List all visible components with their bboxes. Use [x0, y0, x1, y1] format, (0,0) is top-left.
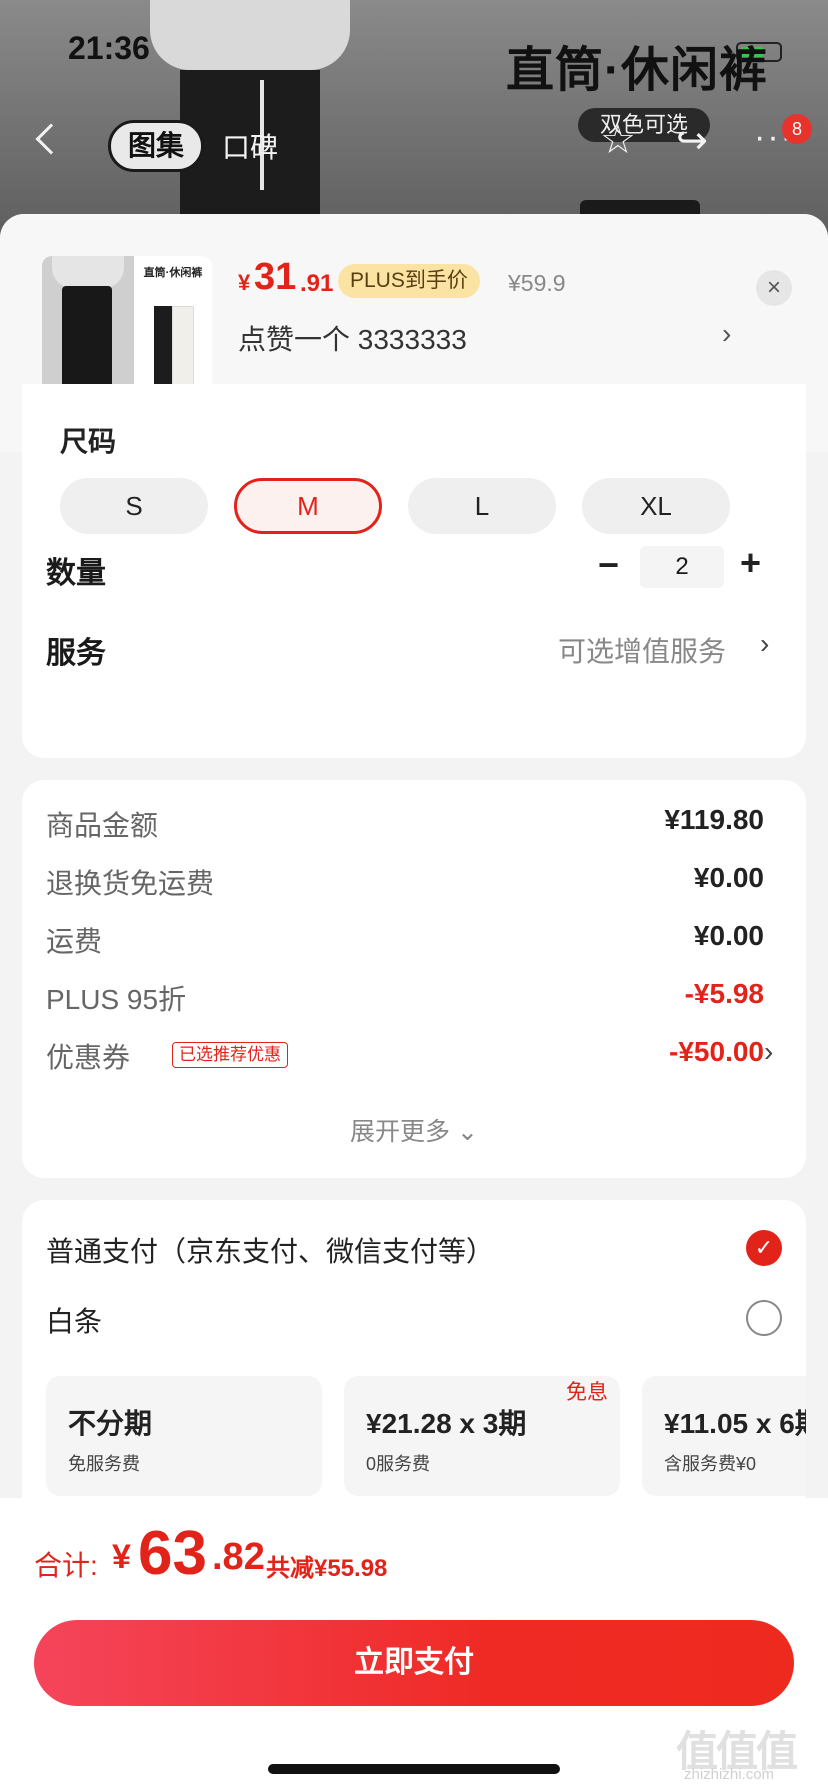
coupon-tag: 已选推荐优惠 — [172, 1042, 288, 1068]
installment-title: ¥21.28 x 3期 — [366, 1408, 527, 1439]
radio-icon[interactable] — [746, 1300, 782, 1336]
price-currency: ¥ — [238, 270, 251, 295]
total-currency: ¥ — [112, 1538, 131, 1576]
tab-reviews[interactable]: 口碑 — [222, 126, 278, 166]
watermark-url: zhizhizhi.com — [684, 1766, 775, 1783]
fee-card: 商品金额 ¥119.80 退换货免运费 ¥0.00 运费 ¥0.00 PLUS … — [22, 780, 806, 1178]
options-card: 尺码 S M L XL 数量 − 2 + 服务 可选增值服务 › — [22, 384, 806, 758]
fee-value: ¥0.00 — [693, 920, 764, 951]
total-decimal: .82 — [212, 1536, 265, 1578]
fee-name: 退换货免运费 — [46, 868, 215, 899]
installment-sub: 免服务费 — [68, 1454, 140, 1474]
total-integer: 63 — [138, 1519, 207, 1588]
size-option-l[interactable]: L — [408, 478, 556, 534]
fee-row-coupon[interactable]: 优惠券 已选推荐优惠 -¥50.00 — [46, 1036, 764, 1076]
checkout-bar: 合计: ¥ 63 .82 共减¥55.98 立即支付 值值值 zhizhizhi… — [0, 1498, 828, 1792]
price-decimal: .91 — [300, 270, 334, 297]
check-icon[interactable]: ✓ — [746, 1230, 782, 1266]
fee-name: 优惠券 — [46, 1042, 131, 1073]
installment-sub: 含服务费¥0 — [664, 1454, 757, 1474]
fee-name: 商品金额 — [46, 810, 159, 841]
banner-title: 直筒·休闲裤 — [506, 44, 768, 97]
thumbnail-title: 直筒·休闲裤 — [143, 267, 203, 279]
share-icon[interactable]: ↪ — [676, 122, 708, 160]
fee-value: ¥0.00 — [693, 862, 764, 893]
thumbnail-shirt — [52, 256, 124, 288]
fee-row-shipping: 运费 ¥0.00 — [46, 920, 764, 960]
close-icon[interactable]: × — [756, 270, 792, 306]
quantity-minus-button[interactable]: − — [598, 544, 619, 586]
fee-row-return-shipping: 退换货免运费 ¥0.00 — [46, 862, 764, 902]
status-time: 21:36 — [68, 30, 150, 66]
quantity-input[interactable]: 2 — [640, 546, 724, 588]
size-option-m[interactable]: M — [234, 478, 382, 534]
model-shirt — [150, 0, 350, 70]
selected-spec[interactable]: 点赞一个 3333333 — [238, 318, 467, 358]
quantity-plus-button[interactable]: + — [740, 542, 761, 584]
quantity-label: 数量 — [46, 557, 106, 590]
total-label: 合计: — [34, 1550, 98, 1581]
fee-name: PLUS 95折 — [46, 984, 187, 1015]
service-label: 服务 — [46, 637, 106, 670]
payment-option-normal[interactable]: 普通支付（京东支付、微信支付等） — [46, 1230, 494, 1270]
installment-sub: 0服务费 — [366, 1454, 431, 1474]
fee-value: -¥50.00 — [669, 1036, 764, 1067]
installment-option-6[interactable]: ¥11.05 x 6期 含服务费¥0 — [642, 1376, 806, 1496]
installment-option-3[interactable]: 免息 ¥21.28 x 3期 0服务费 — [344, 1376, 620, 1496]
product-background: 21:36 直筒·休闲裤 双色可选 图集 口碑 ☆ ↪ ··· 8 — [0, 0, 828, 240]
fee-row-goods: 商品金额 ¥119.80 — [46, 804, 764, 844]
service-value[interactable]: 可选增值服务 — [558, 630, 726, 670]
fee-value: ¥119.80 — [664, 804, 764, 835]
installment-option-none[interactable]: 不分期 免服务费 — [46, 1376, 322, 1496]
chevron-right-icon[interactable]: › — [760, 628, 769, 660]
cart-badge: 8 — [782, 114, 812, 144]
tab-gallery[interactable]: 图集 — [108, 120, 204, 172]
installment-title: ¥11.05 x 6期 — [664, 1408, 806, 1439]
home-indicator[interactable] — [268, 1764, 560, 1774]
star-icon[interactable]: ☆ — [600, 120, 636, 160]
fee-value: -¥5.98 — [684, 978, 764, 1009]
back-icon[interactable] — [35, 123, 67, 155]
fee-row-plus-discount: PLUS 95折 -¥5.98 — [46, 978, 764, 1018]
size-label: 尺码 — [60, 426, 117, 457]
original-price: ¥59.9 — [508, 270, 566, 296]
expand-more-button[interactable]: 展开更多 ⌄ — [22, 1112, 806, 1148]
plus-price-tag: PLUS到手价 — [338, 264, 480, 298]
payment-option-baitiao[interactable]: 白条 — [46, 1300, 102, 1340]
price-integer: 31 — [254, 256, 297, 298]
installment-free-tag: 免息 — [566, 1381, 608, 1404]
fee-name: 运费 — [46, 926, 103, 957]
pay-now-button[interactable]: 立即支付 — [34, 1620, 794, 1706]
chevron-right-icon[interactable]: › — [722, 318, 731, 350]
total-saving: 共减¥55.98 — [266, 1555, 388, 1582]
size-option-s[interactable]: S — [60, 478, 208, 534]
chevron-right-icon[interactable]: › — [764, 1036, 773, 1068]
installment-title: 不分期 — [68, 1408, 153, 1439]
size-option-xl[interactable]: XL — [582, 478, 730, 534]
